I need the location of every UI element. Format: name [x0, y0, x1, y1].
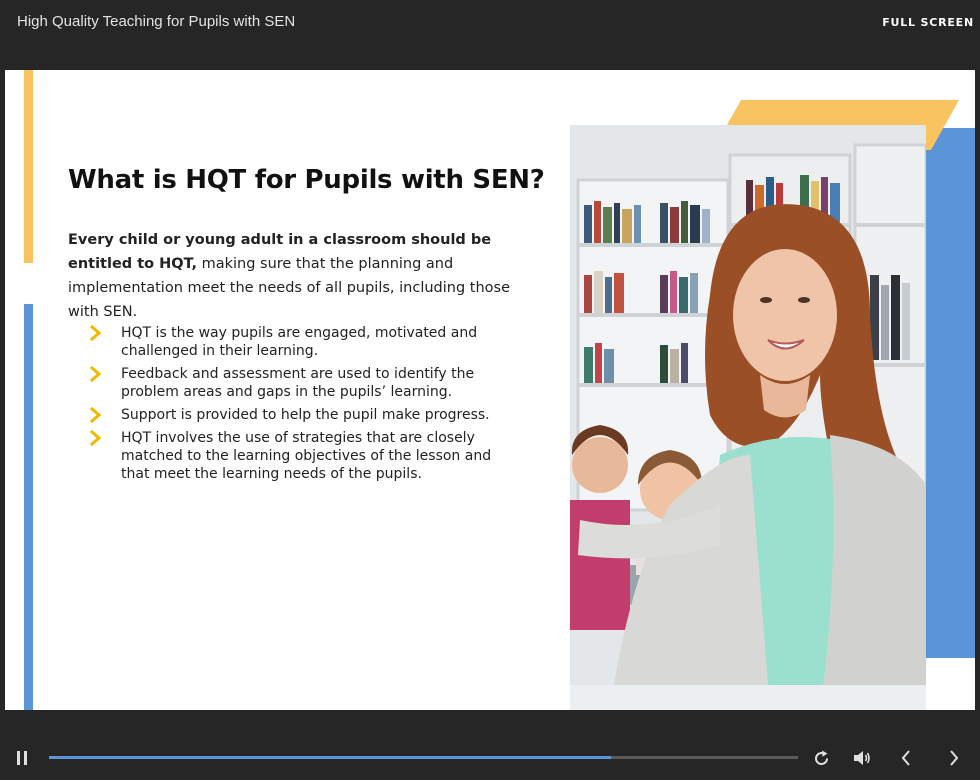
progress-bar[interactable] — [49, 756, 798, 759]
bullet-text: Feedback and assessment are used to iden… — [121, 366, 475, 400]
replay-icon[interactable] — [813, 750, 830, 767]
blue-accent-panel — [923, 128, 975, 658]
bullet-item: Feedback and assessment are used to iden… — [89, 365, 509, 401]
player-controls — [0, 710, 980, 780]
top-bar: High Quality Teaching for Pupils with SE… — [0, 0, 980, 50]
chevron-right-icon — [89, 430, 102, 446]
slide-heading: What is HQT for Pupils with SEN? — [68, 165, 545, 195]
teacher-photo — [570, 125, 926, 710]
full-screen-button[interactable]: FULL SCREEN — [882, 16, 974, 29]
chevron-right-icon — [89, 325, 102, 341]
bullet-item: Support is provided to help the pupil ma… — [89, 406, 509, 424]
pause-icon[interactable] — [16, 751, 28, 765]
chevron-right-icon — [89, 366, 102, 382]
bullet-text: Support is provided to help the pupil ma… — [121, 407, 490, 423]
course-title: High Quality Teaching for Pupils with SE… — [17, 13, 296, 30]
course-player: High Quality Teaching for Pupils with SE… — [0, 0, 980, 780]
bullet-text: HQT is the way pupils are engaged, motiv… — [121, 325, 478, 359]
intro-paragraph: Every child or young adult in a classroo… — [68, 228, 528, 324]
yellow-accent-bar — [24, 70, 33, 263]
blue-accent-bar — [24, 304, 33, 710]
bullet-text: HQT involves the use of strategies that … — [121, 430, 492, 482]
volume-icon[interactable] — [853, 750, 871, 766]
progress-fill — [49, 756, 611, 759]
previous-icon[interactable] — [900, 750, 912, 766]
photo-illustration — [570, 125, 926, 710]
slide: What is HQT for Pupils with SEN? Every c… — [5, 70, 975, 710]
bullet-item: HQT involves the use of strategies that … — [89, 429, 509, 483]
next-icon[interactable] — [948, 750, 960, 766]
chevron-right-icon — [89, 407, 102, 423]
bullet-list: HQT is the way pupils are engaged, motiv… — [89, 324, 509, 488]
bullet-item: HQT is the way pupils are engaged, motiv… — [89, 324, 509, 360]
